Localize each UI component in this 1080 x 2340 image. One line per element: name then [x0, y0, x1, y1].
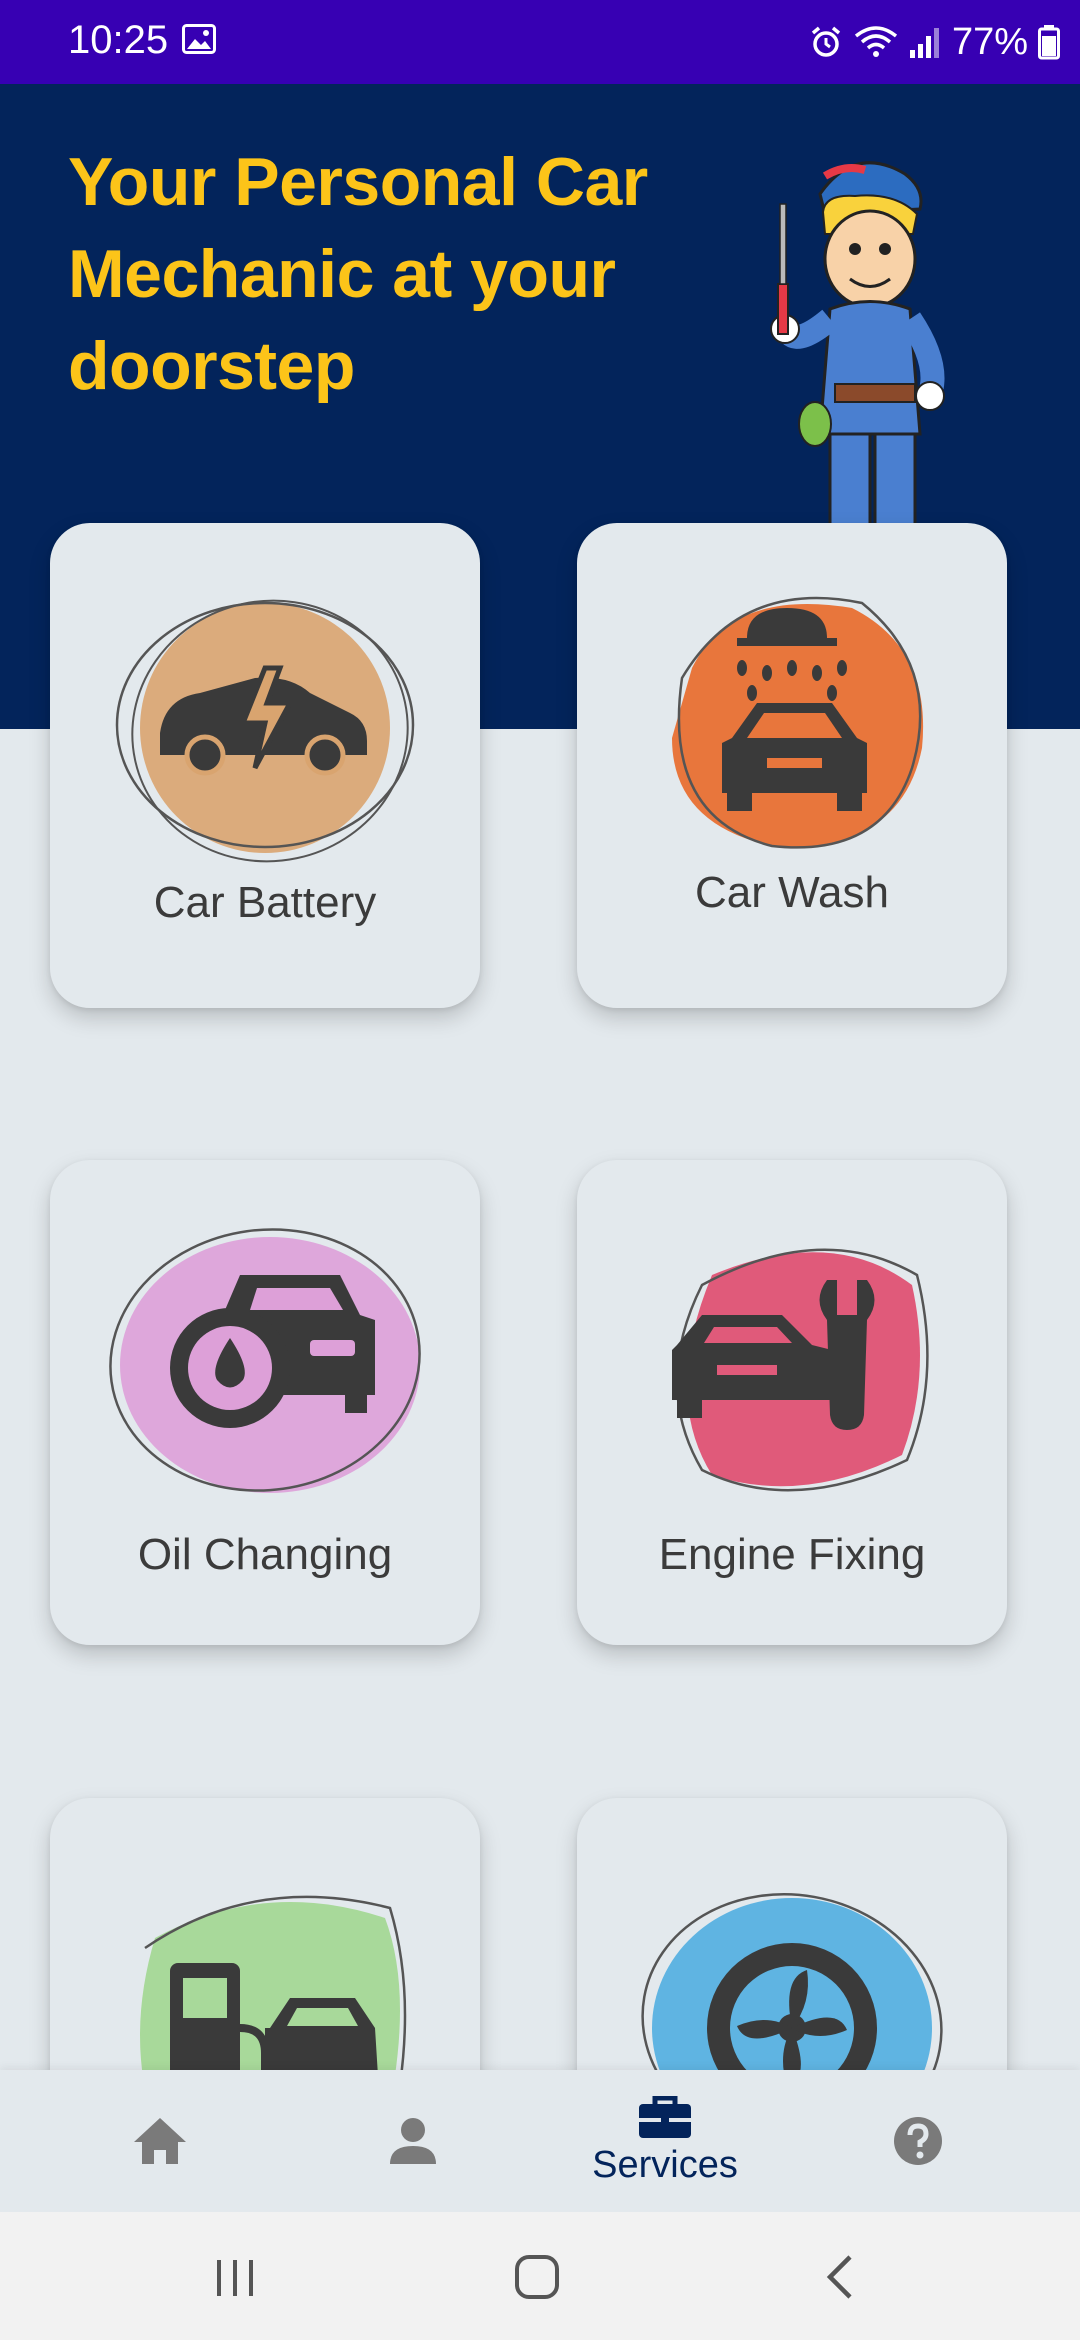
home-icon	[134, 2118, 186, 2164]
service-label: Oil Changing	[137, 1530, 393, 1579]
service-label: Car Battery	[153, 878, 377, 927]
help-icon	[894, 2117, 942, 2165]
status-indicators: 77%	[808, 16, 1060, 68]
alarm-icon	[811, 26, 841, 57]
hero-title: Your Personal Car Mechanic at your doors…	[68, 144, 648, 404]
home-circle-icon[interactable]	[497, 2242, 577, 2312]
service-label: Car Wash	[695, 868, 889, 917]
service-card-engine-fixing[interactable]: Engine Fixing	[577, 1160, 1007, 1645]
nav-help[interactable]	[783, 2070, 1053, 2212]
back-icon[interactable]	[800, 2242, 880, 2312]
nav-profile[interactable]	[278, 2070, 548, 2212]
toolbox-icon	[639, 2095, 691, 2138]
gallery-notification-icon	[182, 24, 216, 54]
service-card-car-battery[interactable]: Car Battery	[50, 523, 480, 1008]
engine-fixing-icon	[672, 1248, 929, 1492]
recent-apps-icon[interactable]	[195, 2242, 275, 2312]
battery-icon	[1038, 25, 1060, 60]
oil-changing-icon	[109, 1228, 421, 1493]
signal-icon	[909, 28, 939, 58]
wifi-icon	[854, 26, 898, 57]
service-card-car-wash[interactable]: Car Wash	[577, 523, 1007, 1008]
bottom-navigation: Services	[0, 2070, 1080, 2212]
car-wash-icon	[672, 596, 924, 849]
status-time: 10:25	[68, 18, 169, 62]
nav-services[interactable]: Services	[530, 2070, 800, 2212]
system-navigation-bar	[0, 2212, 1080, 2340]
service-label: Engine Fixing	[658, 1530, 926, 1579]
service-card-oil-changing[interactable]: Oil Changing	[50, 1160, 480, 1645]
nav-services-label: Services	[592, 2143, 738, 2186]
person-icon	[390, 2118, 436, 2164]
car-battery-icon	[115, 599, 415, 863]
battery-percent: 77%	[951, 20, 1028, 63]
status-bar: 10:25 77%	[0, 0, 1080, 84]
nav-home[interactable]	[25, 2070, 295, 2212]
